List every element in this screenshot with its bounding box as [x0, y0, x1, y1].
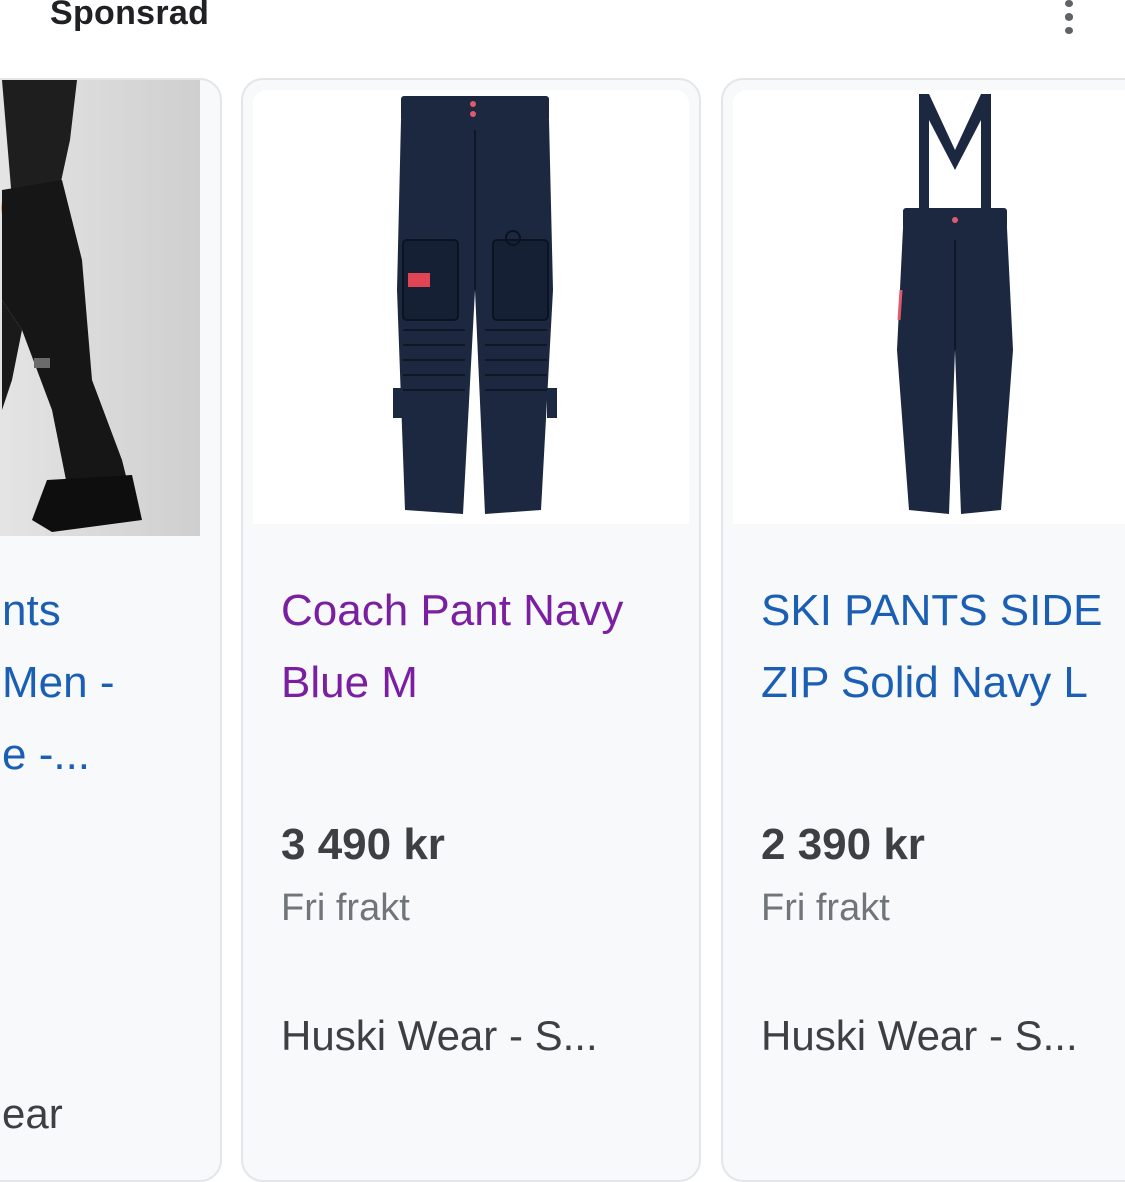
- shipping-info: Fri frakt: [281, 887, 410, 929]
- product-title-line[interactable]: SKI PANTS SIDE: [761, 575, 1125, 647]
- product-title-line[interactable]: Men -: [2, 647, 220, 719]
- more-vert-icon[interactable]: [1055, 0, 1083, 34]
- product-image[interactable]: [733, 90, 1125, 524]
- product-card[interactable]: SKI PANTS SIDE ZIP Solid Navy L 2 390 kr…: [721, 78, 1125, 1182]
- product-card[interactable]: nts Men - e -... ear: [0, 78, 222, 1182]
- product-title-line[interactable]: Blue M: [281, 647, 699, 719]
- seller-name: Huski Wear - S...: [281, 1012, 598, 1059]
- product-title-line[interactable]: e -...: [2, 719, 220, 791]
- product-title-line[interactable]: ZIP Solid Navy L: [761, 647, 1125, 719]
- black-snow-pants-photo: [0, 80, 200, 536]
- product-title[interactable]: nts Men - e -...: [2, 575, 220, 791]
- product-title[interactable]: Coach Pant Navy Blue M: [281, 575, 699, 719]
- shipping-info: Fri frakt: [761, 887, 890, 929]
- product-image[interactable]: [253, 90, 689, 524]
- product-title-line[interactable]: Coach Pant Navy: [281, 575, 699, 647]
- seller-name: ear: [2, 1090, 63, 1137]
- product-title-line[interactable]: nts: [2, 575, 220, 647]
- product-price: 2 390 kr: [761, 820, 925, 869]
- product-title[interactable]: SKI PANTS SIDE ZIP Solid Navy L: [761, 575, 1125, 719]
- seller-name: Huski Wear - S...: [761, 1012, 1078, 1059]
- navy-cargo-ski-pants: [253, 90, 689, 524]
- product-card[interactable]: Coach Pant Navy Blue M 3 490 kr Fri frak…: [241, 78, 701, 1182]
- product-price: 3 490 kr: [281, 820, 445, 869]
- product-image[interactable]: [0, 80, 200, 536]
- navy-ski-pants-with-suspenders: [733, 90, 1125, 524]
- sponsored-label: Sponsrad: [50, 0, 210, 32]
